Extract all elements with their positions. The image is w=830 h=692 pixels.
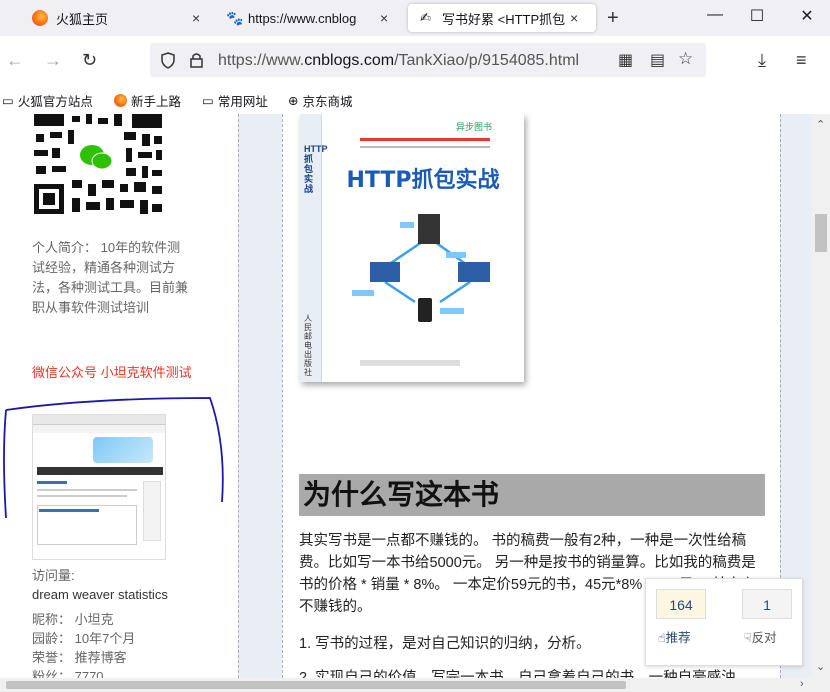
screenshot-thumbnail[interactable] (32, 414, 166, 560)
folder-icon: ▭ (202, 94, 214, 108)
close-window-button[interactable]: ✕ (792, 6, 822, 26)
url-path: /TankXiao/p/9154085.html (394, 52, 580, 69)
baidu-paw-icon: 🐾 (226, 10, 244, 26)
honor: 荣誉： 推荐博客 (32, 650, 127, 665)
list-item: 1. 写书的过程，是对自己知识的归纳，分析。 (299, 636, 591, 652)
upvote-count[interactable]: 164 (656, 589, 706, 619)
bookmark-star-icon[interactable]: ☆ (678, 49, 693, 69)
url-prefix: https://www. (218, 52, 305, 69)
minimize-button[interactable]: — (700, 6, 730, 24)
url-domain: cnblogs.com (304, 52, 395, 69)
book-logo: 异步图书 (456, 122, 493, 132)
tab-close-icon[interactable]: × (570, 10, 578, 26)
thumbs-up-icon: ☝ (658, 631, 666, 645)
upvote-button[interactable]: ☝推荐 (658, 627, 691, 646)
qr-code-icon[interactable]: ▦ (618, 50, 633, 70)
tab-label: 火狐主页 (56, 11, 109, 27)
pen-icon: ✍ (420, 10, 431, 25)
blog-sidebar: 个人简介： 10年的软件测试经验，精通各种测试方法，各种测试工具。目前兼职从事软… (0, 114, 238, 678)
nav-bar: ← → ↻ https://www.cnblogs.com/TankXiao/p… (0, 36, 830, 84)
bookmark-label: 京东商城 (302, 95, 353, 109)
firefox-icon (114, 94, 127, 107)
folder-icon: ▭ (2, 94, 14, 108)
book-cover-image: HTTP抓包实战 人民邮电出版社 异步图书 HTTP抓包实战 (300, 114, 524, 382)
maximize-button[interactable]: ☐ (742, 6, 772, 26)
bookmark-firefox-site[interactable]: ▭ 火狐官方站点 (2, 91, 93, 110)
divider (238, 114, 239, 678)
visits-label: 访问量: (32, 568, 75, 583)
reader-view-icon[interactable]: ▤ (650, 50, 665, 70)
book-title: HTTP抓包实战 (346, 168, 500, 193)
tab-bar: 火狐主页 × 🐾 https://www.cnblog × ✍ 写书好累 <HT… (0, 0, 830, 36)
scroll-down-arrow-icon[interactable]: ⌄ (816, 660, 825, 673)
downvote-button[interactable]: ☟反对 (744, 627, 777, 646)
shield-icon[interactable] (160, 52, 176, 69)
globe-icon: ⊕ (288, 94, 299, 108)
tab-label: https://www.cnblog (248, 10, 357, 26)
blog-age: 园龄： 10年7个月 (32, 631, 136, 646)
url-text[interactable]: https://www.cnblogs.com/TankXiao/p/91540… (218, 52, 579, 70)
bookmark-label: 新手上路 (131, 95, 182, 109)
tab-firefox-home[interactable]: 火狐主页 × (32, 4, 210, 32)
tab-cnblogs[interactable]: 🐾 https://www.cnblog × (226, 4, 396, 32)
thumbs-down-icon: ☟ (744, 631, 752, 645)
downvote-label: 反对 (751, 631, 777, 645)
firefox-icon (32, 10, 48, 26)
book-spine-title: HTTP抓包实战 (304, 144, 328, 194)
bookmark-jd[interactable]: ⊕ 京东商城 (288, 91, 353, 110)
upvote-label: 推荐 (665, 631, 691, 645)
tab-close-icon[interactable]: × (380, 10, 388, 26)
wechat-qr-code (32, 114, 164, 218)
downvote-count[interactable]: 1 (742, 589, 792, 619)
fans-count: 粉丝： 7770 (32, 669, 104, 678)
tab-label: 写书好累 <HTTP抓包 (442, 11, 566, 27)
lock-icon[interactable] (188, 51, 206, 69)
vote-widget: 164 ☝推荐 1 ☟反对 (645, 578, 803, 666)
wechat-account-link[interactable]: 微信公众号 小坦克软件测试 (32, 364, 192, 382)
section-heading: 为什么写这本书 (299, 474, 765, 516)
list-item: 2. 实现自己的价值。写完一本书，自己拿着自己的书，一种自豪感油 (299, 670, 736, 678)
reload-icon[interactable]: ↻ (82, 50, 97, 71)
page-viewport: 个人简介： 10年的软件测试经验，精通各种测试方法，各种测试工具。目前兼职从事软… (0, 114, 812, 678)
forward-arrow-icon[interactable]: → (44, 50, 62, 71)
menu-icon[interactable]: ≡ (796, 50, 807, 71)
bookmark-label: 常用网址 (217, 95, 268, 109)
tab-close-icon[interactable]: × (192, 10, 200, 26)
scrollbar-thumb[interactable] (6, 681, 626, 689)
bookmarks-bar: ▭ 火狐官方站点 新手上路 ▭ 常用网址 ⊕ 京东商城 (0, 84, 830, 114)
tab-article[interactable]: ✍ 写书好累 <HTTP抓包 × (408, 4, 596, 32)
download-icon[interactable]: ⤓ (758, 50, 766, 71)
back-arrow-icon[interactable]: ← (6, 50, 24, 71)
book-publisher: 人民邮电出版社 (304, 314, 312, 377)
author-intro: 个人简介： 10年的软件测试经验，精通各种测试方法，各种测试工具。目前兼职从事软… (32, 240, 189, 315)
scroll-up-arrow-icon[interactable]: ⌃ (816, 118, 825, 131)
horizontal-scrollbar[interactable]: › (0, 678, 830, 692)
bookmark-getting-started[interactable]: 新手上路 (114, 91, 181, 110)
scrollbar-thumb[interactable] (815, 214, 827, 252)
network-diagram (352, 214, 490, 322)
scroll-right-arrow-icon[interactable]: › (800, 678, 804, 690)
bookmark-common-sites[interactable]: ▭ 常用网址 (202, 91, 268, 110)
bookmark-label: 火狐官方站点 (17, 95, 93, 109)
vertical-scrollbar[interactable]: ⌃ ⌄ (812, 114, 830, 678)
nickname: 昵称： 小坦克 (32, 612, 114, 627)
new-tab-button[interactable]: + (607, 7, 619, 30)
visits-counter: dream weaver statistics (32, 587, 168, 602)
url-bar[interactable]: https://www.cnblogs.com/TankXiao/p/91540… (150, 43, 706, 77)
blog-stats: 访问量: dream weaver statistics 昵称： 小坦克 园龄：… (32, 566, 222, 678)
